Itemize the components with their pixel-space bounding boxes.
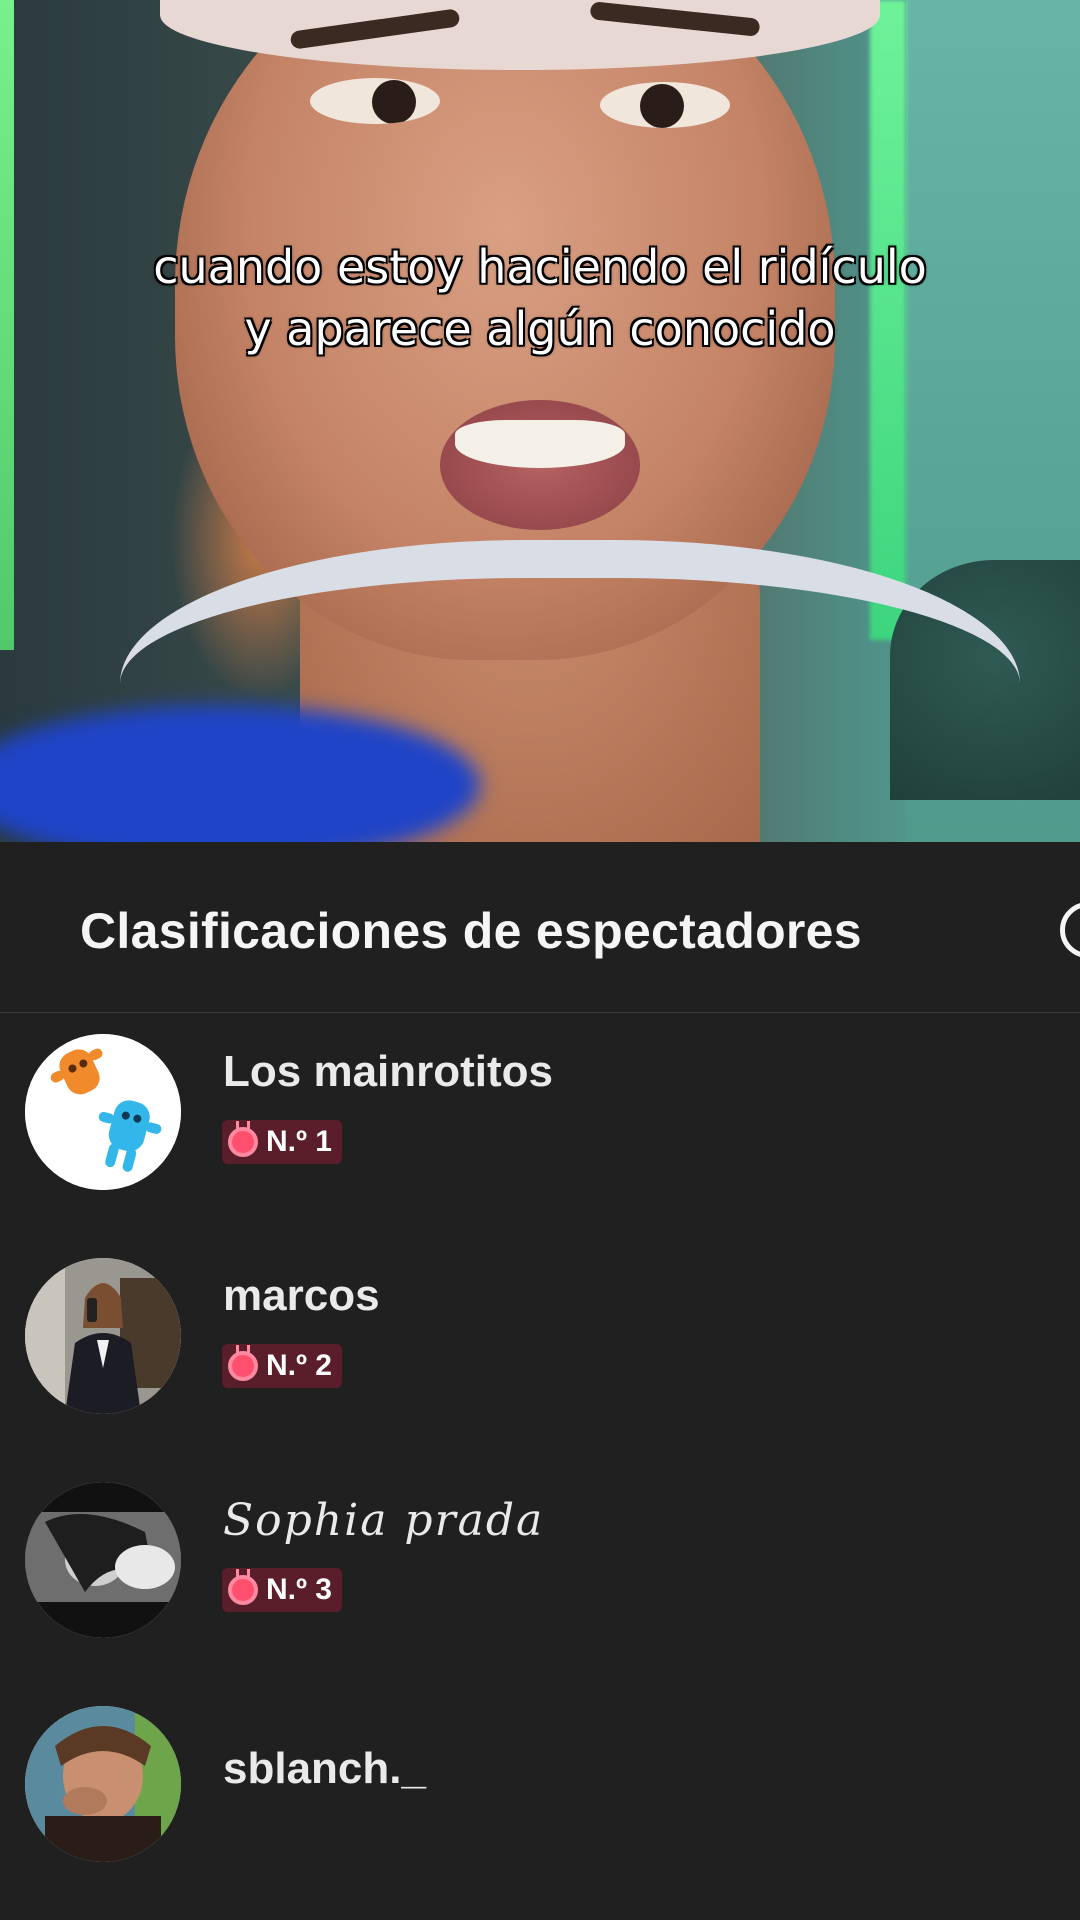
- person-teeth: [455, 420, 625, 468]
- black-and-white-selfie-avatar-image: [25, 1482, 181, 1638]
- avatar[interactable]: [25, 1258, 181, 1414]
- rank-label: N.º 2: [266, 1349, 332, 1382]
- video-player[interactable]: cuando estoy haciendo el ridículo y apar…: [0, 0, 1080, 842]
- rank-label: N.º 1: [266, 1125, 332, 1158]
- medal-icon: [228, 1121, 258, 1157]
- green-light-left: [0, 0, 14, 650]
- panel-header: Clasificaciones de espectadores: [0, 842, 1080, 1013]
- avatar[interactable]: [25, 1706, 181, 1862]
- rank-badge: N.º 1: [222, 1120, 342, 1164]
- toy-figures-avatar-image: [25, 1034, 181, 1190]
- viewer-row[interactable]: Sophia prada N.º 3: [0, 1460, 1080, 1660]
- selfie-avatar-image: [25, 1706, 181, 1862]
- avatar[interactable]: [25, 1482, 181, 1638]
- rank-label: N.º 3: [266, 1573, 332, 1606]
- right-eye: [600, 82, 730, 128]
- viewer-name: Sophia prada: [223, 1495, 545, 1546]
- avatar[interactable]: [25, 1034, 181, 1190]
- viewer-row[interactable]: marcos N.º 2: [0, 1236, 1080, 1436]
- info-icon[interactable]: [1060, 902, 1080, 958]
- panel-title: Clasificaciones de espectadores: [80, 903, 862, 959]
- left-eye: [310, 78, 440, 124]
- viewer-name: sblanch._: [223, 1744, 426, 1793]
- video-caption: cuando estoy haciendo el ridículo y apar…: [153, 240, 927, 356]
- viewer-row[interactable]: sblanch._: [0, 1684, 1080, 1884]
- medal-icon: [228, 1569, 258, 1605]
- viewer-name: marcos: [223, 1271, 380, 1320]
- woman-in-suit-avatar-image: [25, 1258, 181, 1414]
- screen: cuando estoy haciendo el ridículo y apar…: [0, 0, 1080, 1920]
- viewer-name: Los mainrotitos: [223, 1047, 554, 1096]
- rank-badge: N.º 2: [222, 1344, 342, 1388]
- rank-badge: N.º 3: [222, 1568, 342, 1612]
- viewer-ranking-panel: Clasificaciones de espectadores Los main…: [0, 842, 1080, 1920]
- viewer-row[interactable]: Los mainrotitos N.º 1: [0, 1012, 1080, 1212]
- medal-icon: [228, 1345, 258, 1381]
